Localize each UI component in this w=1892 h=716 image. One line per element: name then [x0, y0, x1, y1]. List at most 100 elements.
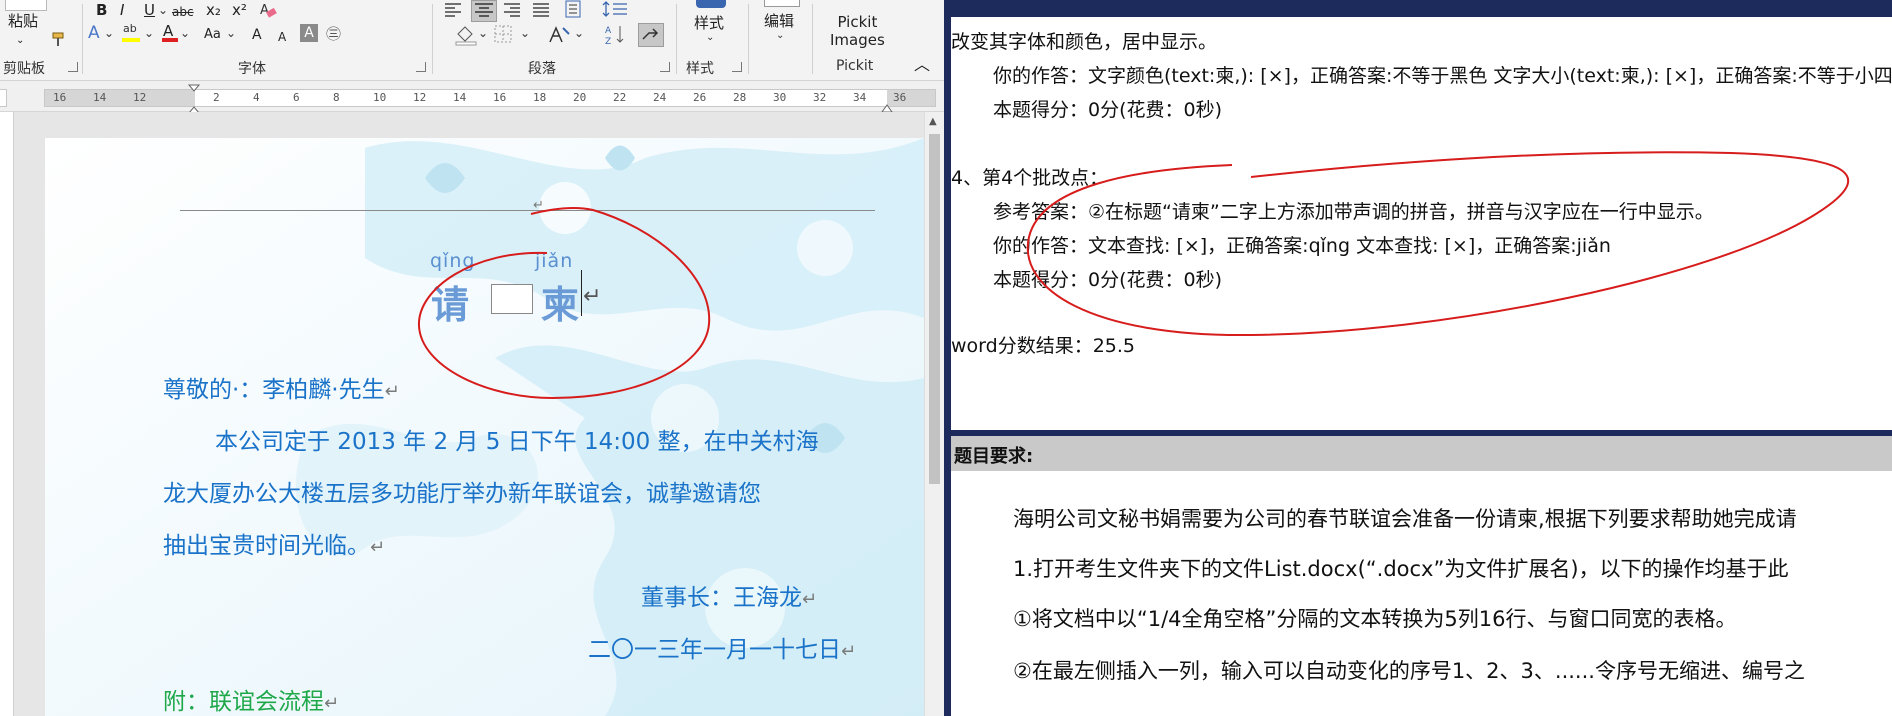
attachment-line: 附：联谊会流程↵ [163, 689, 340, 715]
body-line-3: 抽出宝贵时间光临。↵ [163, 533, 386, 559]
ruler-number: 22 [613, 91, 627, 104]
styles-button[interactable]: 样式 [694, 14, 724, 32]
ruler-number: 30 [773, 91, 787, 104]
character-shading-button[interactable]: A [300, 24, 318, 42]
show-marks-button[interactable] [638, 23, 664, 47]
editing-dropdown-icon[interactable]: ⌄ [776, 30, 784, 41]
title-paragraph-mark: ↵ [583, 284, 602, 309]
align-center-button[interactable] [471, 0, 497, 22]
date-line: 二〇一三年一月一十七日↵ [588, 637, 857, 663]
font-group-label: 字体 [238, 61, 266, 77]
paste-icon[interactable] [5, 0, 47, 11]
text-cursor [581, 270, 582, 316]
borders-icon[interactable] [494, 25, 514, 47]
font-color-button[interactable]: A [160, 22, 180, 44]
clipboard-launcher-icon[interactable] [68, 62, 78, 72]
selected-space-box[interactable] [491, 284, 533, 314]
strikethrough-button[interactable]: abc [172, 3, 194, 21]
shading-icon[interactable] [454, 24, 478, 50]
salutation-line: 尊敬的·：李柏麟·先生↵ [163, 377, 400, 403]
grading-result-pane: 改变其字体和颜色，居中显示。 你的作答：文字颜色(text:柬,): [×]，正… [951, 17, 1892, 430]
justify-icon[interactable] [532, 2, 550, 22]
ruler-number: 16 [53, 91, 67, 104]
pickit-group-label: Pickit [836, 58, 874, 74]
paste-button[interactable]: 粘贴 [5, 12, 41, 30]
ruler-number: 28 [733, 91, 747, 104]
ruler-number: 34 [853, 91, 867, 104]
styles-icon[interactable] [696, 0, 726, 8]
word-window: 粘贴 ⌄ 剪贴板 B I U ⌄ abc x₂ x² A A ⌄ ab ⌄ A … [0, 0, 944, 716]
checkpoint-4-score: 本题得分：0分(花费：0秒) [993, 269, 1223, 291]
requirement-1-b: ②在最左侧插入一列，输入可以自动变化的序号1、2、3、......令序号无缩进、… [1013, 659, 1805, 683]
text-effects-dropdown-icon[interactable]: ⌄ [104, 26, 114, 40]
sort-icon[interactable]: AZ [604, 24, 626, 50]
ruler-number: 32 [813, 91, 827, 104]
chinese-layout-icon[interactable] [548, 24, 572, 48]
requirements-header: 题目要求: [951, 436, 1892, 471]
ruler-number: 26 [693, 91, 707, 104]
document-page[interactable]: ↵ qǐng jiǎn 请 柬 ↵ 尊敬的·：李柏麟·先生↵ 本公司定于 201… [45, 138, 924, 716]
result-line-1: 改变其字体和颜色，居中显示。 [951, 31, 1218, 53]
body-line-1: 本公司定于 2013 年 2 月 5 日下午 14:00 整，在中关村海 [215, 429, 819, 455]
editing-button[interactable]: 编辑 [764, 12, 794, 30]
change-case-dropdown-icon[interactable]: ⌄ [226, 26, 236, 40]
line-spacing-icon[interactable] [600, 1, 630, 23]
scrollbar-thumb[interactable] [929, 134, 940, 484]
format-painter-icon[interactable] [50, 30, 68, 52]
font-launcher-icon[interactable] [416, 62, 426, 72]
ruler-number: 36 [893, 91, 907, 104]
ribbon: 粘贴 ⌄ 剪贴板 B I U ⌄ abc x₂ x² A A ⌄ ab ⌄ A … [0, 0, 944, 81]
body-line-2: 龙大厦办公大楼五层多功能厅举办新年联谊会，诚挚邀请您 [163, 481, 761, 507]
styles-group-label: 样式 [686, 61, 714, 77]
tab-selector[interactable] [0, 89, 7, 107]
horizontal-ruler[interactable]: 16 14 12 2 4 6 8 10 12 14 16 18 20 22 24 26 28 30 32 34 36 [0, 81, 944, 114]
bold-button[interactable]: B [96, 1, 107, 19]
word-score-result: word分数结果：25.5 [951, 335, 1136, 357]
checkpoint-4-reference: 参考答案：②在标题“请柬”二字上方添加带声调的拼音，拼音与汉字应在一行中显示。 [993, 201, 1714, 223]
grow-font-button[interactable]: A [252, 26, 262, 44]
italic-button[interactable]: I [120, 1, 124, 19]
superscript-button[interactable]: x² [232, 1, 247, 19]
scroll-up-icon[interactable]: ▲ [929, 116, 937, 127]
checkpoint-4-answer: 你的作答：文本查找: [×]，正确答案:qǐng 文本查找: [×]，正确答案:… [993, 235, 1611, 257]
shading-dropdown-icon[interactable]: ⌄ [478, 26, 488, 40]
ruler-number: 14 [93, 91, 107, 104]
ruler-number: 18 [533, 91, 547, 104]
result-line-3: 本题得分：0分(花费：0秒) [993, 99, 1223, 121]
clipboard-group-label: 剪贴板 [3, 61, 45, 77]
align-left-icon[interactable] [444, 2, 462, 22]
signature-line: 董事长：王海龙↵ [641, 585, 818, 611]
highlight-dropdown-icon[interactable]: ⌄ [144, 26, 154, 40]
svg-text:Z: Z [605, 37, 611, 46]
pickit-images-button[interactable]: Pickit Images [830, 13, 885, 49]
text-effects-button[interactable]: A [88, 24, 100, 42]
ruler-number: 10 [373, 91, 387, 104]
distributed-icon[interactable] [564, 0, 584, 24]
change-case-button[interactable]: Aa [204, 26, 221, 44]
chinese-layout-dropdown-icon[interactable]: ⌄ [574, 26, 584, 40]
borders-dropdown-icon[interactable]: ⌄ [520, 26, 530, 40]
vertical-scrollbar[interactable]: ▲ [924, 112, 944, 716]
styles-launcher-icon[interactable] [732, 62, 742, 72]
subscript-button[interactable]: x₂ [206, 1, 221, 19]
clear-formatting-icon[interactable]: A [258, 2, 278, 24]
styles-dropdown-icon[interactable]: ⌄ [706, 32, 714, 43]
font-color-dropdown-icon[interactable]: ⌄ [180, 26, 190, 40]
enclose-characters-button[interactable]: ㊂ [326, 25, 341, 43]
ruler-number: 4 [253, 91, 260, 104]
align-right-icon[interactable] [503, 2, 521, 22]
paragraph-launcher-icon[interactable] [660, 62, 670, 72]
underline-dropdown-icon[interactable]: ⌄ [158, 3, 168, 17]
shrink-font-button[interactable]: A [278, 28, 286, 46]
ruler-number: 2 [213, 91, 220, 104]
header-line [180, 210, 875, 211]
requirements-pane: 海明公司文秘书娟需要为公司的春节联谊会准备一份请柬,根据下列要求帮助她完成请 1… [951, 471, 1892, 716]
pinyin-qing: qǐng [430, 250, 476, 272]
underline-button[interactable]: U [144, 1, 155, 19]
paste-dropdown-icon[interactable]: ⌄ [16, 32, 24, 50]
vertical-ruler[interactable] [0, 112, 14, 716]
highlight-button[interactable]: ab [120, 22, 142, 44]
collapse-ribbon-icon[interactable]: ︿ [914, 56, 930, 74]
ruler-number: 16 [493, 91, 507, 104]
editing-icon[interactable] [764, 0, 800, 7]
